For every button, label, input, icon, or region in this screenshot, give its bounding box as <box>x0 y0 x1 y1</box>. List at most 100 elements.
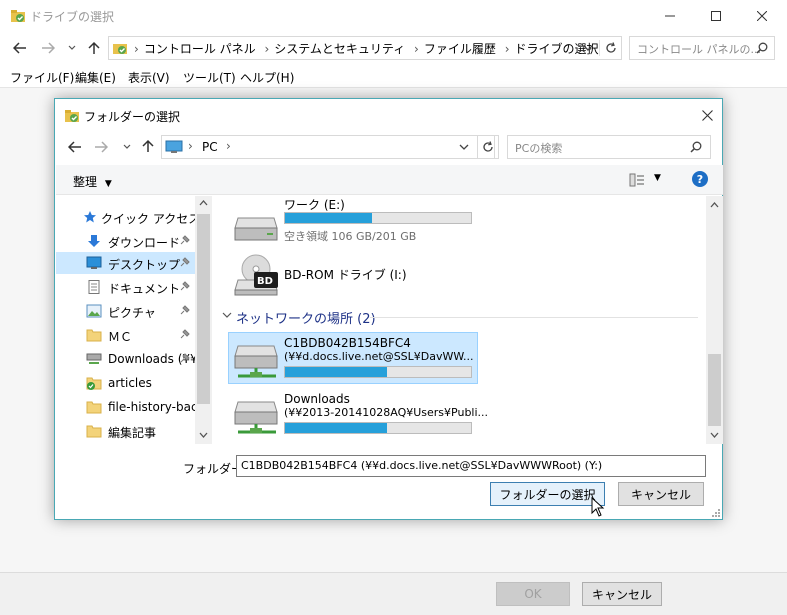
close-button[interactable] <box>739 0 785 32</box>
scroll-thumb[interactable] <box>708 354 721 426</box>
dialog-close-button[interactable] <box>695 103 719 127</box>
breadcrumb-item[interactable]: コントロール パネル <box>144 42 256 56</box>
drive-item-e[interactable]: ワーク (E:) 空き領域 106 GB/201 GB <box>212 196 512 248</box>
forward-button[interactable] <box>91 139 111 155</box>
folder-input[interactable]: C1BDB042B154BFC4 (¥¥d.docs.live.net@SSL¥… <box>236 455 706 477</box>
nav-item-documents[interactable]: ドキュメント <box>56 276 197 298</box>
nav-label: ドキュメント <box>108 282 181 296</box>
breadcrumb-separator: › <box>188 139 193 153</box>
up-button[interactable] <box>84 40 104 56</box>
drive-usage-bar <box>284 212 472 224</box>
up-button[interactable] <box>138 138 158 154</box>
breadcrumb-item[interactable]: システムとセキュリティ <box>274 42 405 56</box>
menu-file[interactable]: ファイル(F) <box>10 69 74 86</box>
pc-icon <box>165 140 183 154</box>
menu-view[interactable]: 表示(V) <box>128 69 170 86</box>
window-title: ドライブの選択 <box>30 10 115 24</box>
pin-icon <box>180 329 190 339</box>
nav-scrollbar[interactable] <box>195 196 212 444</box>
nav-label: ピクチャ <box>108 306 156 320</box>
folder-icon <box>86 424 102 438</box>
menu-help[interactable]: ヘルプ(H) <box>240 69 294 86</box>
address-field[interactable]: › PC › <box>161 135 495 159</box>
network-drive-icon <box>232 344 282 380</box>
refresh-button[interactable] <box>477 135 499 159</box>
nav-item-desktop[interactable]: デスクトップ <box>56 252 197 274</box>
menu-tools[interactable]: ツール(T) <box>183 69 236 86</box>
nav-item-quick-access[interactable]: クイック アクセス <box>56 206 197 228</box>
scroll-up-icon[interactable] <box>710 202 719 208</box>
back-button[interactable] <box>10 40 30 56</box>
nav-item-pictures[interactable]: ピクチャ <box>56 300 197 322</box>
select-folder-button[interactable]: フォルダーの選択 <box>490 482 605 506</box>
scroll-up-icon[interactable] <box>199 200 208 206</box>
network-drive-item-downloads[interactable]: Downloads (¥¥2013-20141028AQ¥Users¥Publi… <box>212 388 512 440</box>
help-icon[interactable]: ? <box>692 171 708 187</box>
back-button[interactable] <box>65 139 85 155</box>
nav-item-network-downloads[interactable]: Downloads (¥¥d <box>56 348 197 370</box>
search-placeholder: PCの検索 <box>515 142 563 155</box>
bd-badge: BD <box>257 276 273 287</box>
search-input[interactable]: PCの検索 <box>507 135 711 159</box>
nav-item-mc[interactable]: ＭＣ <box>56 324 197 346</box>
nav-item-downloads[interactable]: ダウンロード <box>56 230 197 252</box>
download-icon <box>86 234 102 248</box>
drive-item-bd-rom[interactable]: BD BD-ROM ドライブ (I:) <box>212 250 512 302</box>
drive-usage-fill <box>285 367 388 377</box>
folder-icon <box>86 400 102 414</box>
network-group-header[interactable]: ネットワークの場所 (2) <box>220 308 700 327</box>
network-drive-item-c1bdb[interactable]: C1BDB042B154BFC4 (¥¥d.docs.live.net@SSL¥… <box>212 332 512 384</box>
view-options-icon[interactable] <box>629 172 645 188</box>
network-group-label: ネットワークの場所 (2) <box>236 312 376 327</box>
minimize-button[interactable] <box>647 0 693 32</box>
drive-name: ワーク (E:) <box>284 198 345 212</box>
bd-rom-icon <box>234 254 280 296</box>
drive-path: (¥¥2013-20141028AQ¥Users¥Publi... <box>284 406 489 419</box>
menu-edit[interactable]: 編集(E) <box>75 69 116 86</box>
nav-label: 編集記事 <box>108 426 157 440</box>
document-icon <box>86 280 102 294</box>
organize-label: 整理 <box>73 175 98 189</box>
dialog-cancel-button[interactable]: キャンセル <box>618 482 704 506</box>
desktop-icon <box>86 256 102 270</box>
file-pane: ワーク (E:) 空き領域 106 GB/201 GB BD BD-ROM ドラ… <box>212 196 706 444</box>
nav-item-articles[interactable]: articles <box>56 372 197 394</box>
search-icon[interactable] <box>756 42 768 54</box>
pin-icon <box>180 353 190 363</box>
refresh-icon[interactable] <box>599 40 621 56</box>
address-field[interactable]: › コントロール パネル › システムとセキュリティ › ファイル履歴 › ドライブの選… <box>108 36 622 60</box>
recent-locations-button[interactable] <box>117 139 137 155</box>
search-icon[interactable] <box>690 141 702 153</box>
star-icon <box>83 210 99 224</box>
ok-button[interactable]: OK <box>496 582 570 606</box>
drive-name: C1BDB042B154BFC4 <box>284 336 411 350</box>
nav-label: ダウンロード <box>108 236 181 250</box>
resize-grip-icon[interactable] <box>711 508 721 518</box>
nav-item-file-history-backup[interactable]: file-history-back <box>56 396 197 418</box>
file-history-icon <box>10 8 26 24</box>
cancel-button[interactable]: キャンセル <box>582 582 662 606</box>
chevron-down-icon[interactable]: ▼ <box>654 173 661 183</box>
drive-path: (¥¥d.docs.live.net@SSL¥DavWW... <box>284 350 474 363</box>
search-input[interactable]: コントロール パネルの... <box>629 36 775 60</box>
nav-item-edit-articles[interactable]: 編集記事 <box>56 420 197 442</box>
file-scrollbar[interactable] <box>706 196 723 444</box>
breadcrumb-item-pc[interactable]: PC <box>202 140 218 154</box>
chevron-down-icon[interactable] <box>583 44 593 52</box>
chevron-down-icon[interactable] <box>459 143 469 151</box>
breadcrumb-item[interactable]: ファイル履歴 <box>424 42 496 56</box>
scroll-thumb[interactable] <box>197 214 210 404</box>
forward-button[interactable] <box>38 40 58 56</box>
organize-button[interactable]: 整理 ▼ <box>73 173 112 190</box>
maximize-button[interactable] <box>693 0 739 32</box>
scroll-down-icon[interactable] <box>710 432 719 438</box>
chevron-down-icon <box>222 312 232 319</box>
recent-locations-button[interactable] <box>62 40 82 56</box>
network-drive-icon <box>86 352 102 366</box>
scroll-down-icon[interactable] <box>199 432 208 438</box>
refresh-icon <box>482 141 494 153</box>
navigation-pane: クイック アクセス ダウンロード デスクトップ ドキュメント ピクチャ ＭＣ D… <box>56 196 212 444</box>
drive-usage-fill <box>285 213 373 223</box>
title-bar: ドライブの選択 <box>0 0 787 32</box>
mouse-cursor-icon <box>591 497 605 517</box>
